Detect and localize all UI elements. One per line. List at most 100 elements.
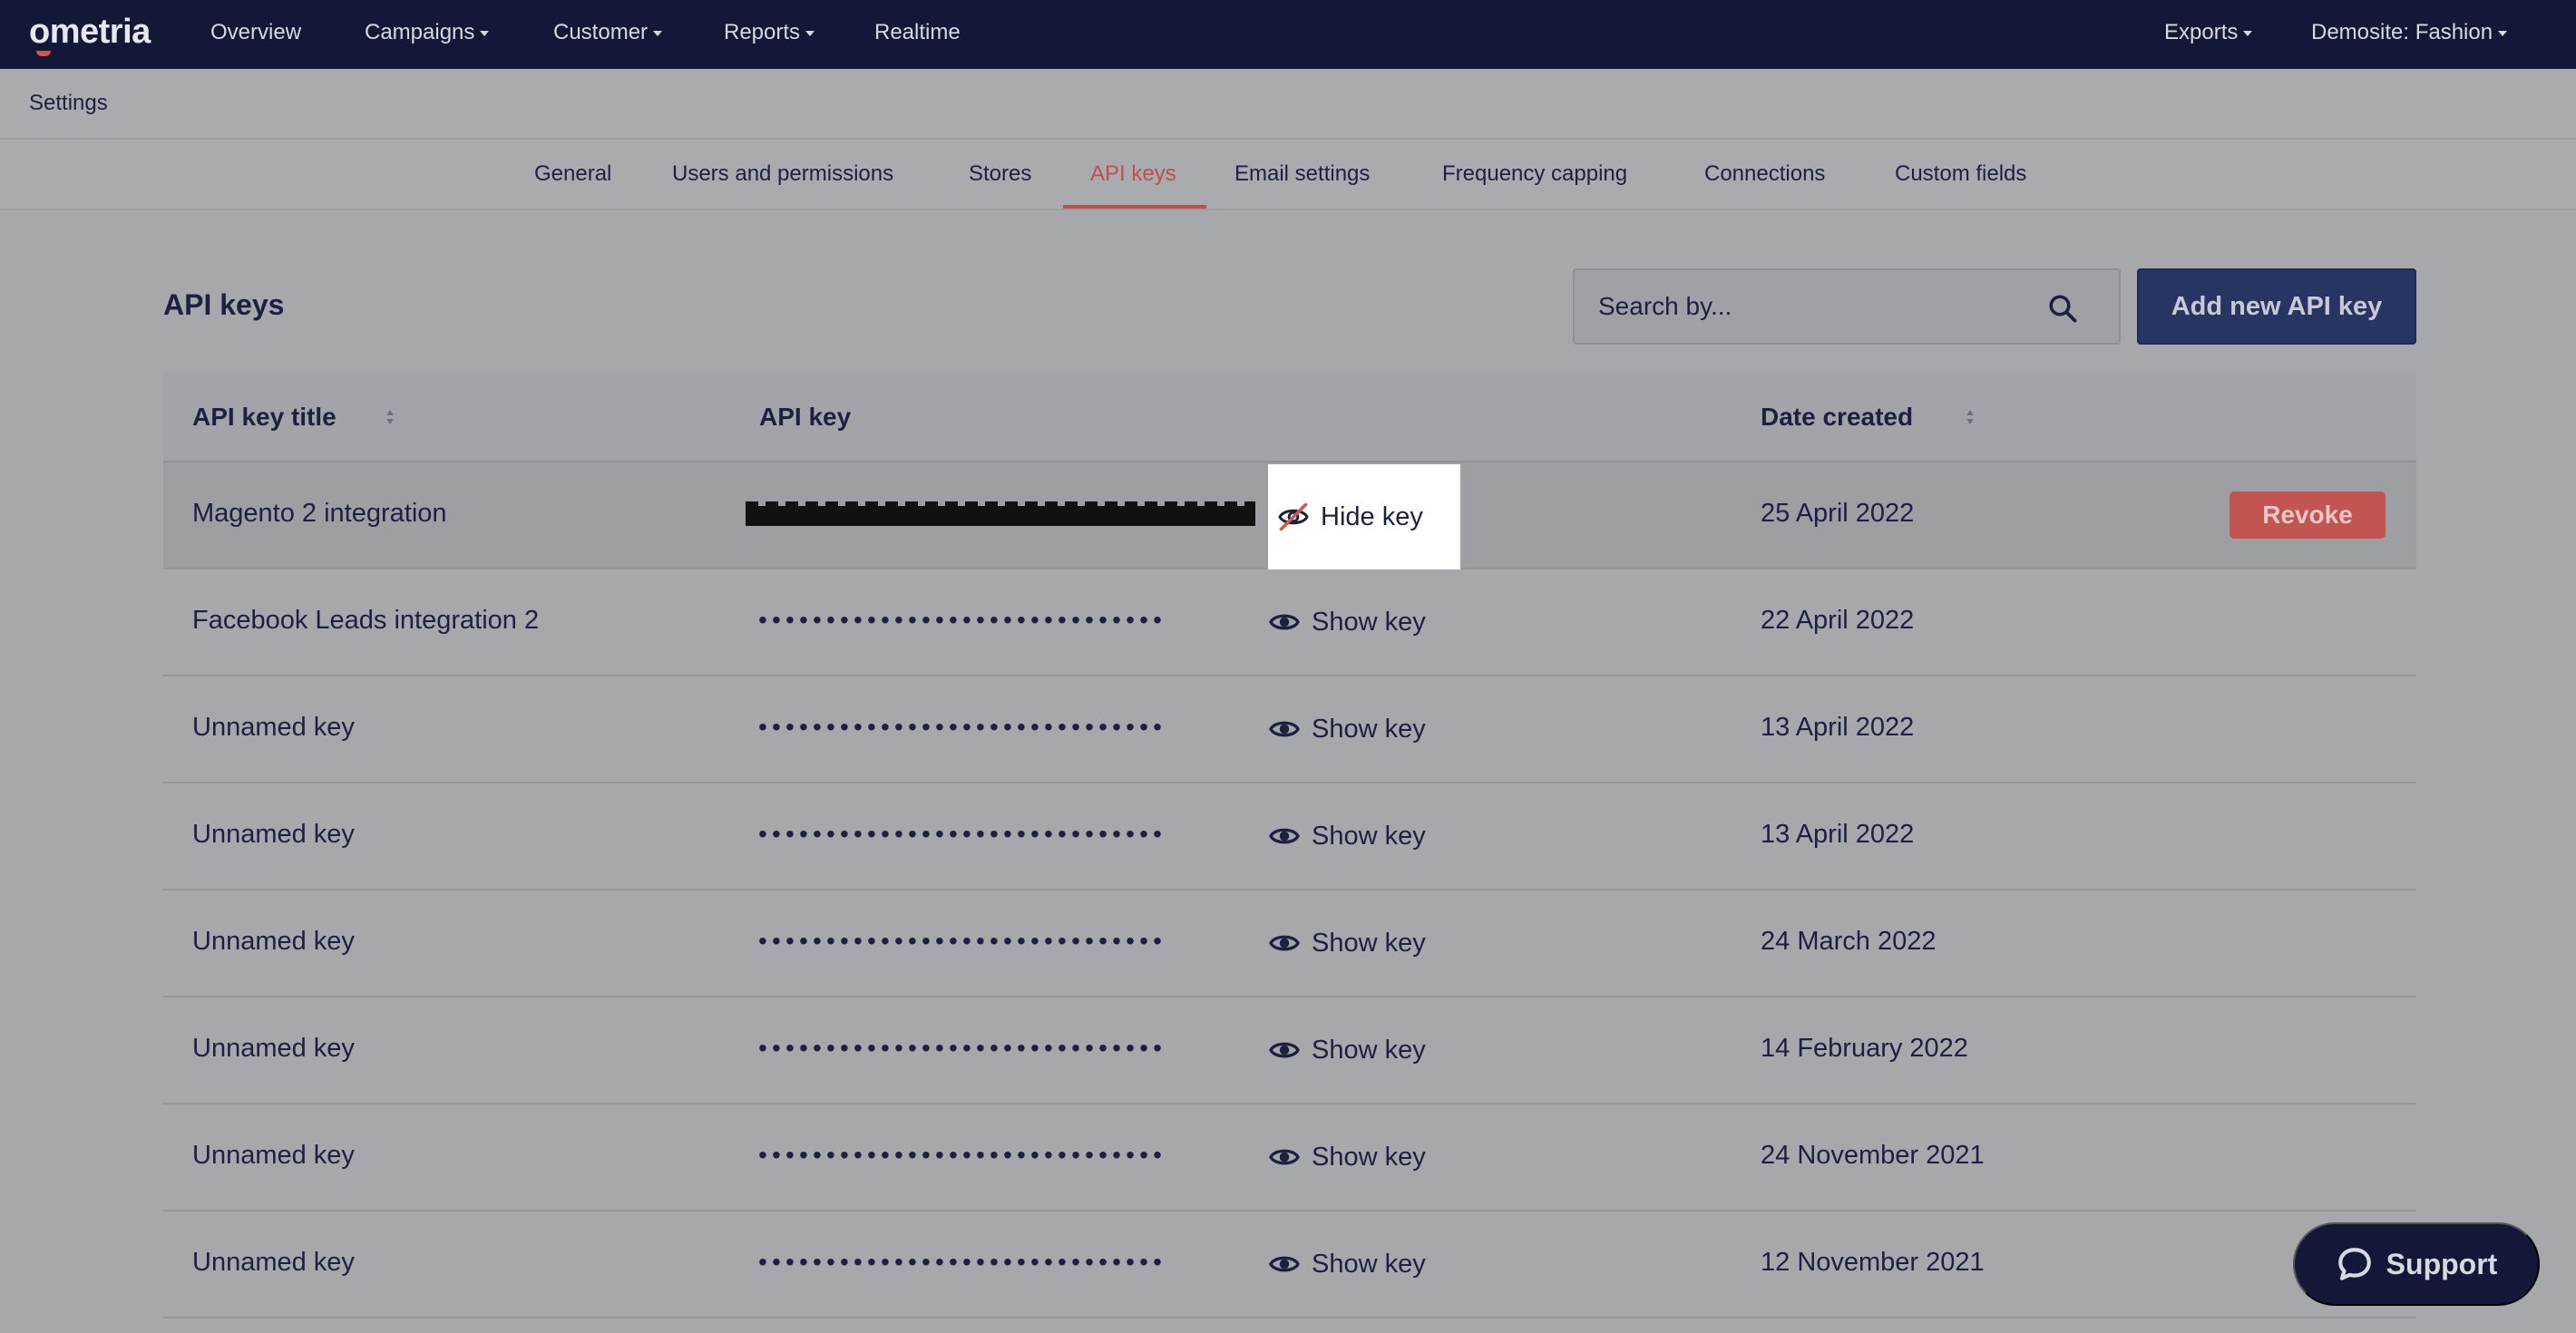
nav-overview-label: Overview bbox=[210, 20, 302, 44]
tab-frequency-capping[interactable]: Frequency capping bbox=[1442, 161, 1627, 187]
nav-reports-label: Reports bbox=[724, 20, 801, 44]
nav-campaigns[interactable]: Campaigns bbox=[365, 20, 490, 45]
masked-api-key: •••••••••••••••••••••••••••••• bbox=[758, 927, 1167, 955]
nav-realtime[interactable]: Realtime bbox=[874, 20, 961, 45]
show-key-label: Show key bbox=[1312, 821, 1426, 851]
masked-api-key: •••••••••••••••••••••••••••••• bbox=[758, 820, 1167, 848]
logo-text: ometria bbox=[29, 13, 151, 51]
tab-custom-fields[interactable]: Custom fields bbox=[1895, 161, 2026, 187]
date-created: 24 March 2022 bbox=[1761, 927, 1937, 956]
table-header: API key title API key Date created bbox=[163, 372, 2416, 462]
eye-off-icon bbox=[1278, 502, 1309, 531]
date-created: 22 April 2022 bbox=[1761, 606, 1915, 635]
table-row: Facebook Leads integration 2 •••••••••••… bbox=[163, 569, 2416, 676]
nav-customer-label: Customer bbox=[553, 20, 649, 44]
nav-reports[interactable]: Reports bbox=[724, 20, 815, 45]
tab-stores[interactable]: Stores bbox=[969, 161, 1031, 187]
show-key-label: Show key bbox=[1312, 928, 1426, 958]
date-created: 13 April 2022 bbox=[1761, 820, 1915, 849]
masked-api-key: •••••••••••••••••••••••••••••• bbox=[758, 1248, 1167, 1276]
sort-icon[interactable] bbox=[1965, 408, 1976, 426]
date-created: 25 April 2022 bbox=[1761, 499, 1915, 528]
support-button[interactable]: Support bbox=[2293, 1222, 2540, 1306]
show-key-label: Show key bbox=[1312, 1142, 1426, 1172]
tab-email-settings[interactable]: Email settings bbox=[1234, 161, 1370, 187]
nav-overview[interactable]: Overview bbox=[210, 20, 301, 45]
date-created: 13 April 2022 bbox=[1761, 713, 1915, 742]
api-key-title: Unnamed key bbox=[192, 820, 355, 849]
api-key-title: Unnamed key bbox=[192, 1141, 355, 1170]
show-key-label: Show key bbox=[1312, 1035, 1426, 1065]
show-key-button[interactable]: Show key bbox=[1268, 925, 1426, 961]
add-new-api-key-button[interactable]: Add new API key bbox=[2137, 268, 2416, 345]
search-box[interactable] bbox=[1573, 268, 2121, 345]
sort-icon[interactable] bbox=[385, 408, 395, 426]
hide-key-label: Hide key bbox=[1321, 501, 1423, 531]
chevron-down-icon bbox=[2498, 30, 2508, 36]
chevron-down-icon bbox=[480, 30, 490, 36]
tab-users-and-permissions[interactable]: Users and permissions bbox=[672, 161, 893, 187]
chat-bubble-icon bbox=[2337, 1248, 2371, 1280]
table-row: Unnamed key ••••••••••••••••••••••••••••… bbox=[163, 783, 2416, 890]
date-created: 14 February 2022 bbox=[1761, 1034, 1968, 1063]
nav-realtime-label: Realtime bbox=[874, 20, 961, 44]
table-row: Unnamed key ••••••••••••••••••••••••••••… bbox=[163, 1211, 2416, 1318]
masked-api-key: •••••••••••••••••••••••••••••• bbox=[758, 1034, 1167, 1062]
show-key-button[interactable]: Show key bbox=[1268, 604, 1426, 640]
search-icon[interactable] bbox=[2046, 292, 2079, 325]
support-label: Support bbox=[2386, 1247, 2498, 1280]
table-row: Magento 2 integration Hide key 25 April … bbox=[163, 462, 2416, 569]
eye-icon bbox=[1269, 935, 1300, 951]
api-key-title: Unnamed key bbox=[192, 713, 355, 742]
date-created: 12 November 2021 bbox=[1761, 1248, 1985, 1277]
chevron-down-icon bbox=[2243, 30, 2253, 36]
tab-connections[interactable]: Connections bbox=[1704, 161, 1825, 187]
settings-title: Settings bbox=[29, 91, 108, 115]
settings-header: Settings bbox=[0, 69, 2576, 140]
page-title: API keys bbox=[163, 288, 285, 321]
table-row: Unnamed key ••••••••••••••••••••••••••••… bbox=[163, 1104, 2416, 1211]
nav-exports[interactable]: Exports bbox=[2164, 20, 2253, 45]
revoke-button[interactable]: Revoke bbox=[2230, 491, 2386, 539]
top-navigation: ometria Overview Campaigns Customer Repo… bbox=[0, 0, 2576, 69]
api-keys-table: API key title API key Date created Magen… bbox=[163, 372, 2416, 1318]
nav-exports-label: Exports bbox=[2164, 20, 2239, 44]
show-key-button[interactable]: Show key bbox=[1268, 818, 1426, 854]
active-tab-indicator bbox=[1063, 205, 1206, 209]
api-key-title: Magento 2 integration bbox=[192, 499, 447, 528]
masked-api-key: •••••••••••••••••••••••••••••• bbox=[758, 606, 1167, 634]
show-key-button[interactable]: Show key bbox=[1268, 1032, 1426, 1068]
ometria-logo[interactable]: ometria bbox=[29, 13, 151, 56]
masked-api-key: •••••••••••••••••••••••••••••• bbox=[758, 1141, 1167, 1169]
logo-accent bbox=[36, 51, 51, 56]
hide-key-highlight: Hide key bbox=[1268, 464, 1460, 569]
eye-icon bbox=[1269, 1042, 1300, 1058]
show-key-label: Show key bbox=[1312, 607, 1426, 637]
tab-general[interactable]: General bbox=[534, 161, 611, 187]
date-created: 24 November 2021 bbox=[1761, 1141, 1985, 1170]
eye-icon bbox=[1269, 828, 1300, 844]
api-key-title: Unnamed key bbox=[192, 927, 355, 956]
table-row: Unnamed key ••••••••••••••••••••••••••••… bbox=[163, 676, 2416, 783]
api-key-title: Unnamed key bbox=[192, 1248, 355, 1277]
show-key-button[interactable]: Show key bbox=[1268, 1246, 1426, 1282]
show-key-button[interactable]: Show key bbox=[1268, 711, 1426, 747]
show-key-label: Show key bbox=[1312, 1249, 1426, 1279]
column-header-api-key: API key bbox=[759, 403, 852, 431]
settings-tabs: General Users and permissions Stores API… bbox=[0, 140, 2576, 210]
nav-account-switcher[interactable]: Demosite: Fashion bbox=[2311, 20, 2508, 45]
column-header-date-created[interactable]: Date created bbox=[1761, 403, 1913, 432]
hide-key-button[interactable]: Hide key bbox=[1277, 499, 1423, 535]
nav-account-label: Demosite: Fashion bbox=[2311, 20, 2493, 44]
revealed-api-key-redacted bbox=[746, 501, 1255, 526]
table-row: Unnamed key ••••••••••••••••••••••••••••… bbox=[163, 890, 2416, 997]
chevron-down-icon bbox=[653, 30, 663, 36]
show-key-button[interactable]: Show key bbox=[1268, 1139, 1426, 1175]
search-input[interactable] bbox=[1598, 288, 2034, 325]
column-header-title[interactable]: API key title bbox=[192, 403, 337, 432]
masked-api-key: •••••••••••••••••••••••••••••• bbox=[758, 713, 1167, 741]
tab-api-keys[interactable]: API keys bbox=[1090, 161, 1176, 187]
eye-icon bbox=[1269, 614, 1300, 630]
chevron-down-icon bbox=[805, 30, 815, 36]
nav-customer[interactable]: Customer bbox=[553, 20, 663, 45]
